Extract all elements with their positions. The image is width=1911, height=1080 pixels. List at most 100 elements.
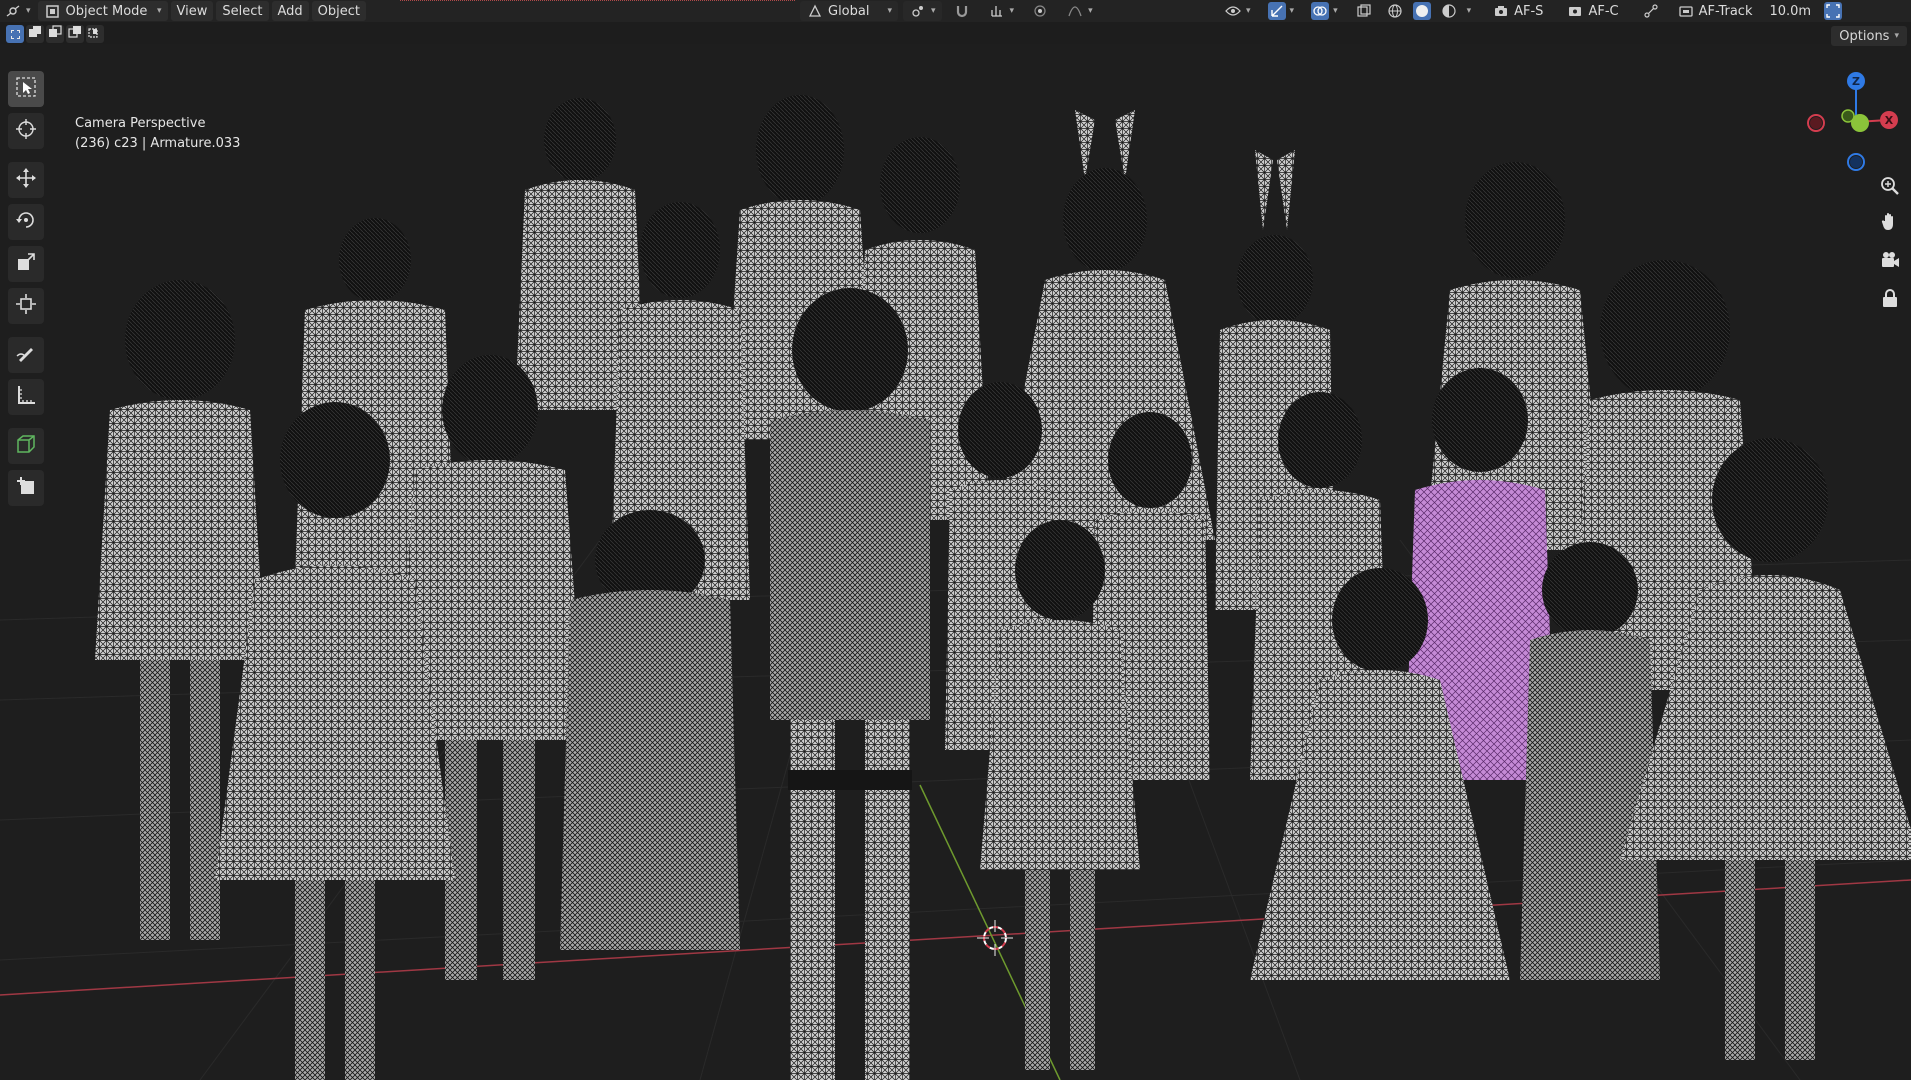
- options-dropdown[interactable]: Options ▾: [1831, 26, 1907, 46]
- options-label: Options: [1839, 28, 1890, 44]
- zoom-icon: [1880, 176, 1900, 200]
- xray-icon: [1355, 2, 1373, 20]
- cursor-icon: [15, 118, 37, 144]
- object-mode-icon: [44, 2, 62, 20]
- shading-material-button[interactable]: [1438, 1, 1460, 21]
- transform-icon: [15, 293, 37, 319]
- add-primitive-tool[interactable]: [8, 470, 44, 506]
- viewport-header: ▾ Object Mode ▾ View Select Add Object G…: [0, 0, 1911, 22]
- z-axis-label: Z: [1852, 75, 1860, 88]
- af-c-button[interactable]: AF-C: [1560, 1, 1624, 21]
- camera-view-button[interactable]: [1874, 246, 1906, 278]
- scale-icon: [15, 251, 37, 277]
- rotate-tool[interactable]: [8, 204, 44, 240]
- neg-y-axis-ball: [1841, 109, 1855, 123]
- wireframe-sphere-icon: [1386, 2, 1404, 20]
- focus-frame-icon: [1824, 2, 1843, 20]
- pan-button[interactable]: [1874, 208, 1906, 240]
- camera-icon: [1492, 2, 1510, 20]
- view-name: Camera Perspective: [75, 116, 206, 131]
- snap-target-dropdown[interactable]: ▾: [982, 1, 1021, 21]
- navigation-gizmo[interactable]: Z X: [1800, 66, 1900, 176]
- mode-dropdown[interactable]: Object Mode ▾: [37, 1, 168, 21]
- chevron-down-icon: ▾: [1289, 6, 1295, 16]
- chevron-down-icon: ▾: [1246, 6, 1251, 16]
- select-intersect-button[interactable]: [86, 25, 104, 43]
- menu-add[interactable]: Add: [271, 1, 309, 21]
- mode-label: Object Mode: [65, 3, 148, 19]
- add-cube-tool[interactable]: [8, 428, 44, 464]
- select-new-icon: [10, 29, 20, 39]
- snap-increment-icon: [988, 2, 1006, 20]
- select-box-tool[interactable]: [8, 71, 44, 107]
- gizmo-icon: [1267, 2, 1286, 20]
- zoom-button[interactable]: [1874, 172, 1906, 204]
- select-subtract-button[interactable]: [46, 25, 64, 43]
- cursor-tool[interactable]: [8, 113, 44, 149]
- falloff-curve-icon: [1066, 2, 1084, 20]
- 3d-viewport[interactable]: Camera Perspective (236) c23 | Armature.…: [0, 44, 1911, 1080]
- lock-icon: [1881, 288, 1899, 312]
- snap-toggle[interactable]: [947, 1, 977, 21]
- select-invert-button[interactable]: [66, 25, 84, 43]
- proportional-edit-icon: [1031, 2, 1049, 20]
- material-sphere-icon: [1440, 2, 1458, 20]
- tool-shelf: [4, 68, 48, 509]
- menu-select[interactable]: Select: [216, 1, 269, 21]
- annotate-tool[interactable]: [8, 337, 44, 373]
- shading-options-dropdown[interactable]: ▾: [1465, 1, 1474, 21]
- af-s-button[interactable]: AF-S: [1486, 1, 1549, 21]
- header-divider: [400, 0, 795, 2]
- chevron-down-icon: ▾: [157, 6, 162, 16]
- gizmo-toggle[interactable]: ▾: [1262, 1, 1301, 21]
- measure-tool[interactable]: [8, 379, 44, 415]
- falloff-dropdown[interactable]: ▾: [1060, 1, 1099, 21]
- eye-icon: [1224, 2, 1242, 20]
- neg-x-axis-inner: [1810, 117, 1822, 129]
- move-tool[interactable]: [8, 162, 44, 198]
- lock-view-button[interactable]: [1874, 284, 1906, 316]
- chevron-down-icon: ▾: [887, 6, 892, 16]
- chevron-down-icon: ▾: [1009, 6, 1015, 16]
- transform-orientation-dropdown[interactable]: Global ▾: [800, 1, 898, 21]
- transform-controls: Global ▾ ▾ ▾ ▾: [800, 1, 1102, 21]
- menu-view[interactable]: View: [170, 1, 214, 21]
- proportional-editing-toggle[interactable]: [1025, 1, 1055, 21]
- af-c-label: AF-C: [1588, 3, 1619, 19]
- viewport-info: Camera Perspective (236) c23 | Armature.…: [75, 114, 240, 154]
- visibility-dropdown[interactable]: ▾: [1218, 1, 1257, 21]
- focus-track-button[interactable]: [1636, 1, 1666, 21]
- scale-tool[interactable]: [8, 246, 44, 282]
- scene-canvas[interactable]: [0, 44, 1911, 1080]
- editor-type-button[interactable]: ▾: [0, 1, 35, 21]
- af-track-button[interactable]: AF-Track: [1671, 1, 1759, 21]
- xray-toggle[interactable]: [1349, 1, 1379, 21]
- chevron-down-icon: ▾: [26, 6, 31, 16]
- overlays-icon: [1311, 2, 1330, 20]
- menu-object[interactable]: Object: [311, 1, 367, 21]
- neg-z-axis-inner: [1850, 156, 1862, 168]
- shading-solid-button[interactable]: [1411, 1, 1433, 21]
- distance-readout[interactable]: 10.0m: [1763, 1, 1817, 21]
- wireframe-figures: [95, 95, 1911, 1080]
- af-track-label: AF-Track: [1698, 3, 1753, 19]
- overlays-toggle[interactable]: ▾: [1305, 1, 1344, 21]
- orientation-label: Global: [828, 3, 870, 19]
- pivot-point-dropdown[interactable]: ▾: [903, 1, 942, 21]
- af-s-label: AF-S: [1514, 3, 1544, 19]
- hand-pan-icon: [1880, 212, 1900, 236]
- move-icon: [15, 167, 37, 193]
- rotate-icon: [15, 209, 37, 235]
- select-extend-button[interactable]: [26, 25, 44, 43]
- transform-tool[interactable]: [8, 288, 44, 324]
- select-new-button[interactable]: [6, 25, 24, 43]
- camera-icon: [1677, 2, 1695, 20]
- chevron-down-icon: ▾: [1333, 6, 1338, 16]
- solid-sphere-icon: [1412, 2, 1431, 20]
- x-axis-label: X: [1885, 114, 1894, 127]
- shading-wireframe-button[interactable]: [1384, 1, 1406, 21]
- camera-view-icon: [1880, 250, 1900, 274]
- orientation-icon: [806, 2, 824, 20]
- focus-button[interactable]: [1822, 1, 1844, 21]
- object-info: (236) c23 | Armature.033: [75, 136, 241, 151]
